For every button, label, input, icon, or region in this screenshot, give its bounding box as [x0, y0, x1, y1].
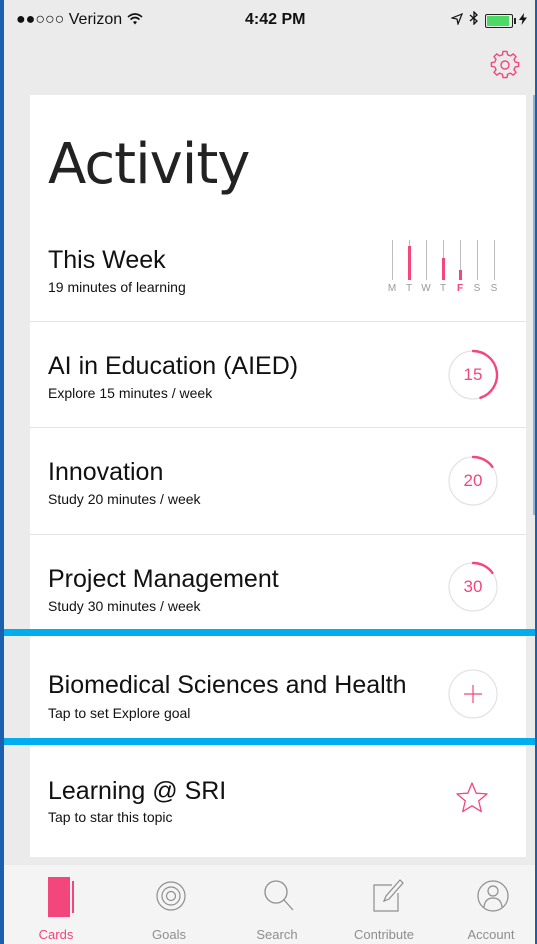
topic-subtitle: Tap to star this topic: [48, 809, 173, 825]
target-icon: [156, 881, 186, 911]
topic-title: Innovation: [48, 458, 164, 486]
topic-title: Project Management: [48, 565, 279, 593]
tab-contribute[interactable]: Contribute: [334, 865, 434, 944]
divider: [30, 427, 526, 428]
divider: [30, 534, 526, 535]
goal-minutes: 30: [463, 577, 483, 596]
day-label: T: [439, 283, 447, 294]
carrier-label: ●●○○○ Verizon: [16, 11, 143, 29]
tab-label: Contribute: [354, 927, 414, 942]
location-icon: [449, 12, 464, 30]
scrollbar[interactable]: [533, 95, 535, 515]
topic-title: Learning @ SRI: [48, 777, 227, 805]
day-bar-fill: [408, 246, 411, 280]
highlight-line-bottom: [4, 738, 535, 745]
cards-icon: [48, 877, 74, 917]
goal-minutes: 15: [463, 365, 483, 384]
topic-subtitle: Explore 15 minutes / week: [48, 385, 213, 401]
divider: [30, 321, 526, 322]
tab-label: Goals: [152, 927, 186, 942]
day-bar-track: [477, 240, 478, 280]
day-bar-track: [426, 240, 427, 280]
wifi-icon: [127, 11, 143, 28]
charging-icon: [519, 12, 527, 30]
topic-subtitle: Study 30 minutes / week: [48, 598, 201, 614]
gear-icon[interactable]: [490, 50, 520, 80]
status-bar: ●●○○○ Verizon 4:42 PM: [4, 0, 535, 40]
day-label: W: [421, 283, 431, 294]
day-label: M: [387, 283, 397, 294]
day-bar-track: [494, 240, 495, 280]
day-bar-track: [392, 240, 393, 280]
goal-progress-ring[interactable]: 15: [447, 349, 499, 401]
tab-cards[interactable]: Cards: [6, 865, 106, 944]
carrier-text: ●●○○○ Verizon: [16, 11, 123, 28]
tab-goals[interactable]: Goals: [119, 865, 219, 944]
clock: 4:42 PM: [245, 11, 306, 28]
search-icon: [264, 880, 294, 911]
app-screen: ●●○○○ Verizon 4:42 PM Activity This Week…: [4, 0, 535, 944]
day-label: S: [490, 283, 498, 294]
tab-label: Account: [467, 927, 515, 942]
goal-minutes: 20: [463, 471, 483, 490]
day-bar-fill: [459, 270, 462, 280]
tab-label: Cards: [38, 927, 74, 942]
week-activity-chart: MTWTFSS: [384, 240, 512, 296]
day-bar-fill: [442, 258, 445, 280]
status-icons: [449, 10, 527, 30]
tab-bar: Cards Goals Search Contribute Account: [4, 865, 535, 944]
compose-icon: [373, 879, 404, 912]
plus-icon[interactable]: [447, 668, 499, 720]
account-icon: [477, 880, 509, 912]
star-icon[interactable]: [454, 780, 490, 816]
topic-title: AI in Education (AIED): [48, 352, 299, 380]
this-week-subtitle: 19 minutes of learning: [48, 279, 186, 295]
goal-progress-ring[interactable]: 30: [447, 561, 499, 613]
topic-subtitle: Study 20 minutes / week: [48, 491, 201, 507]
goal-progress-ring[interactable]: 20: [447, 455, 499, 507]
day-label: S: [473, 283, 481, 294]
topic-title: Biomedical Sciences and Health: [48, 671, 407, 699]
tab-account[interactable]: Account: [441, 865, 535, 944]
day-label: T: [405, 283, 413, 294]
tab-label: Search: [256, 927, 298, 942]
battery-icon: [485, 13, 516, 28]
this-week-title: This Week: [48, 246, 166, 274]
highlight-line-top: [4, 629, 535, 636]
topic-subtitle: Tap to set Explore goal: [48, 705, 191, 721]
page-title: Activity: [48, 132, 250, 197]
bluetooth-icon: [469, 10, 479, 30]
tab-search[interactable]: Search: [227, 865, 327, 944]
day-label: F: [456, 283, 464, 294]
